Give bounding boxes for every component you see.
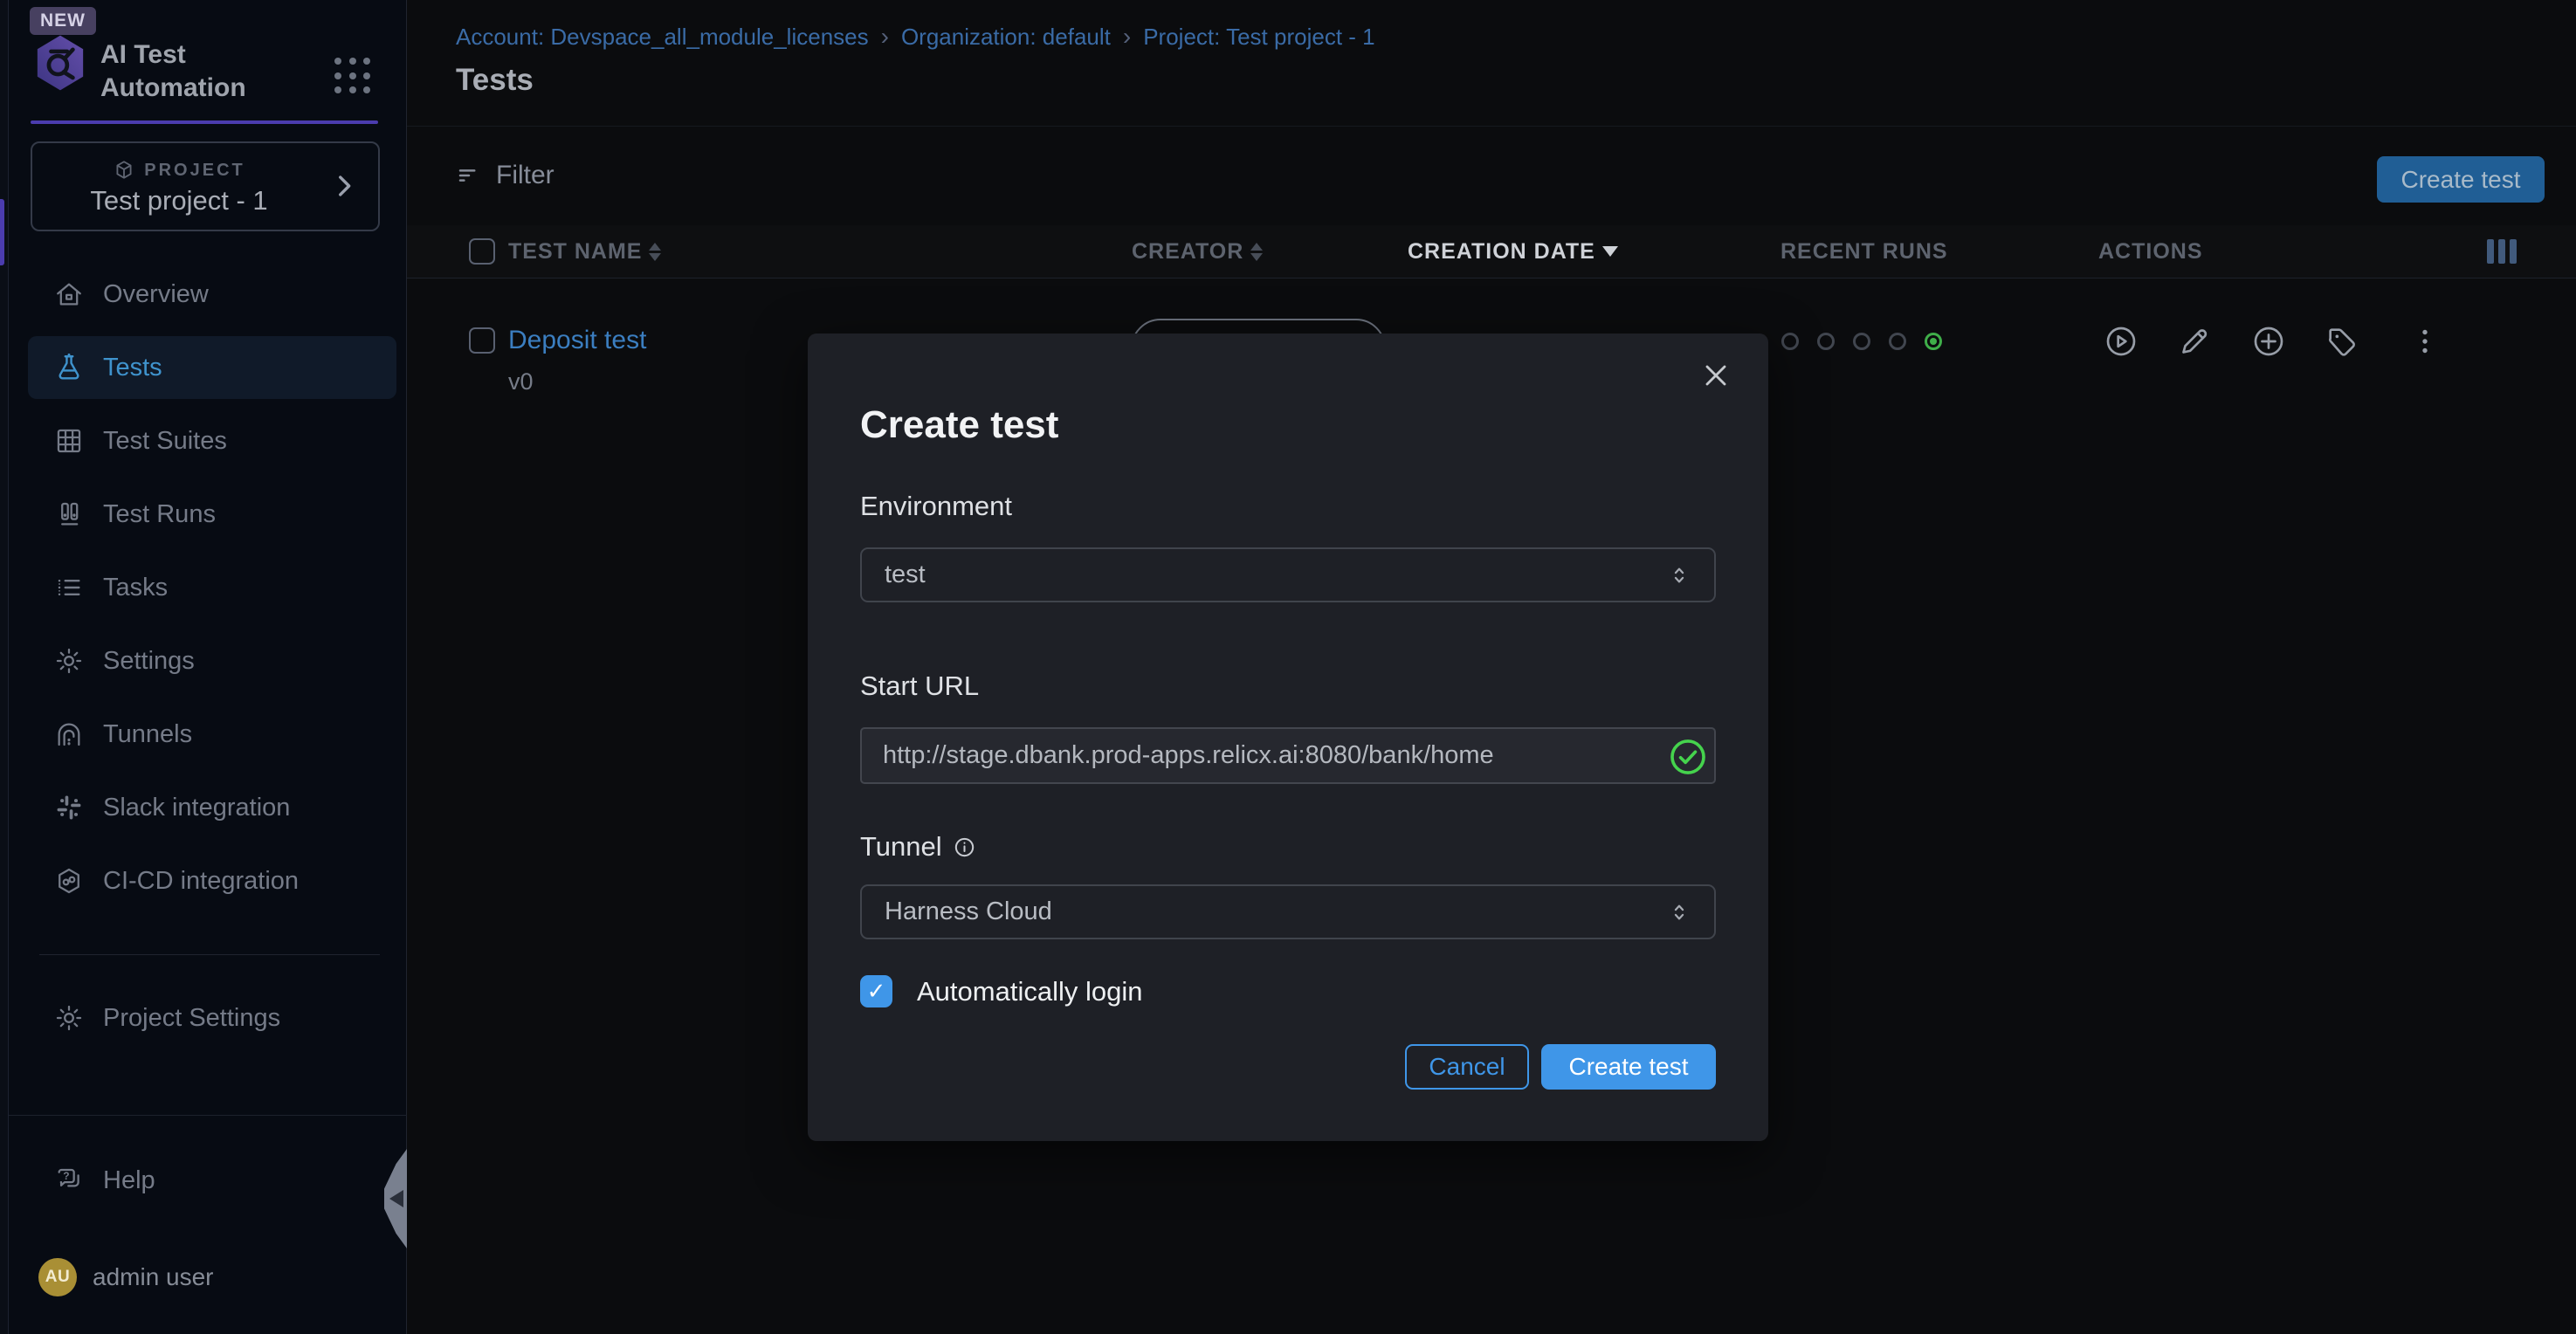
sidebar-item-slack-integration[interactable]: Slack integration: [28, 776, 396, 839]
start-url-input[interactable]: http://stage.dbank.prod-apps.relicx.ai:8…: [860, 727, 1716, 784]
sidebar-item-tunnels[interactable]: Tunnels: [28, 703, 396, 766]
sidebar-item-tasks[interactable]: Tasks: [28, 556, 396, 619]
header-divider: [407, 126, 2576, 127]
sidebar-item-test-runs[interactable]: Test Runs: [28, 483, 396, 546]
cancel-button[interactable]: Cancel: [1405, 1044, 1529, 1090]
check-icon: ✓: [867, 978, 886, 1005]
auto-login-checkbox-row[interactable]: ✓ Automatically login: [860, 975, 1142, 1007]
svg-text:?: ?: [63, 1170, 69, 1182]
cube-icon: [113, 159, 135, 182]
auto-login-checkbox[interactable]: ✓: [860, 975, 892, 1007]
run-test-icon[interactable]: [2104, 324, 2139, 359]
sidebar-item-tests[interactable]: Tests: [28, 336, 396, 399]
run-status-dot[interactable]: [1817, 333, 1835, 350]
columns-icon: [54, 499, 84, 529]
tunnel-label: Tunnel: [860, 831, 976, 863]
module-rail-active-indicator: [0, 199, 4, 265]
cicd-icon: [54, 866, 84, 896]
column-recent-runs: RECENT RUNS: [1780, 225, 1948, 278]
environment-label: Environment: [860, 491, 1012, 522]
recent-runs-dots: [1781, 333, 1942, 350]
create-test-button-toolbar[interactable]: Create test: [2377, 156, 2545, 203]
user-menu[interactable]: AU admin user: [28, 1250, 396, 1304]
sort-icon: [649, 243, 661, 261]
filter-button[interactable]: Filter: [456, 161, 554, 190]
sidebar-item-project-settings[interactable]: Project Settings: [28, 987, 396, 1049]
run-status-dot[interactable]: [1853, 333, 1870, 350]
add-icon[interactable]: [2251, 324, 2286, 359]
sidebar-item-settings[interactable]: Settings: [28, 629, 396, 692]
tag-icon[interactable]: [2325, 324, 2359, 359]
app-switcher-icon[interactable]: [334, 58, 373, 96]
url-valid-icon: [1668, 737, 1708, 777]
app-screen: NEW AI Test Automation: [0, 0, 2576, 1334]
run-status-dot[interactable]: [1925, 333, 1942, 350]
start-url-label: Start URL: [860, 670, 979, 702]
sidebar-item-cicd-integration[interactable]: CI-CD integration: [28, 849, 396, 912]
gear-icon: [54, 646, 84, 676]
slack-icon: [54, 793, 84, 822]
test-version: v0: [508, 368, 534, 395]
edit-icon[interactable]: [2177, 324, 2212, 359]
project-selector[interactable]: PROJECT Test project - 1: [31, 141, 380, 231]
sidebar-item-help[interactable]: ? Help: [28, 1149, 396, 1212]
page-title: Tests: [456, 63, 534, 98]
environment-select[interactable]: test: [860, 547, 1716, 602]
project-selector-name: Test project - 1: [32, 185, 326, 217]
sidebar-divider: [39, 954, 380, 955]
more-options-icon[interactable]: [2409, 324, 2441, 359]
brand-underline: [31, 120, 378, 124]
column-creator[interactable]: CREATOR: [1132, 225, 1263, 278]
info-icon[interactable]: [953, 835, 976, 859]
breadcrumb-project[interactable]: Project: Test project - 1: [1143, 24, 1374, 51]
app-title: AI Test Automation: [100, 38, 246, 105]
tunnel-select[interactable]: Harness Cloud: [860, 884, 1716, 939]
column-settings-icon[interactable]: [2487, 239, 2517, 264]
close-icon[interactable]: [1698, 358, 1733, 393]
filter-icon: [456, 162, 482, 189]
gear-icon: [54, 1003, 84, 1033]
app-logo-icon: [32, 33, 88, 93]
auto-login-label: Automatically login: [917, 976, 1142, 1007]
tunnel-icon: [54, 719, 84, 749]
sidebar-item-overview[interactable]: Overview: [28, 263, 396, 326]
grid-icon: [54, 426, 84, 456]
modal-title: Create test: [860, 403, 1058, 447]
column-test-name[interactable]: TEST NAME: [508, 225, 661, 278]
help-icon: ?: [54, 1166, 84, 1195]
test-name-link[interactable]: Deposit test: [508, 326, 646, 355]
project-selector-label: PROJECT: [144, 161, 245, 181]
sort-desc-icon: [1602, 246, 1618, 257]
user-name: admin user: [93, 1263, 214, 1291]
sidebar-footer-divider: [9, 1115, 407, 1116]
home-icon: [54, 279, 84, 309]
create-test-modal: Create test Environment test Start URL h…: [808, 334, 1768, 1141]
select-chevrons-icon: [1667, 563, 1691, 588]
sidebar: NEW AI Test Automation: [9, 0, 407, 1334]
select-chevrons-icon: [1667, 900, 1691, 925]
sort-icon: [1250, 243, 1263, 261]
run-status-dot[interactable]: [1781, 333, 1799, 350]
collapse-arrow-icon: [389, 1190, 403, 1207]
table-header: TEST NAME CREATOR CREATION DATE RECENT R…: [407, 225, 2576, 278]
select-all-checkbox[interactable]: [469, 238, 495, 265]
flask-icon: [54, 353, 84, 382]
create-test-submit-button[interactable]: Create test: [1541, 1044, 1716, 1090]
breadcrumb: Account: Devspace_all_module_licenses › …: [456, 23, 1375, 51]
breadcrumb-separator: ›: [1123, 23, 1131, 51]
breadcrumb-separator: ›: [881, 23, 889, 51]
avatar: AU: [38, 1258, 77, 1296]
chevron-right-icon: [329, 171, 359, 201]
list-icon: [54, 573, 84, 602]
column-actions: ACTIONS: [2098, 225, 2203, 278]
breadcrumb-organization[interactable]: Organization: default: [901, 24, 1111, 51]
new-badge: NEW: [30, 7, 96, 35]
column-creation-date[interactable]: CREATION DATE: [1408, 225, 1618, 278]
sidebar-item-test-suites[interactable]: Test Suites: [28, 409, 396, 472]
breadcrumb-account[interactable]: Account: Devspace_all_module_licenses: [456, 24, 869, 51]
row-checkbox[interactable]: [469, 327, 495, 354]
run-status-dot[interactable]: [1889, 333, 1906, 350]
